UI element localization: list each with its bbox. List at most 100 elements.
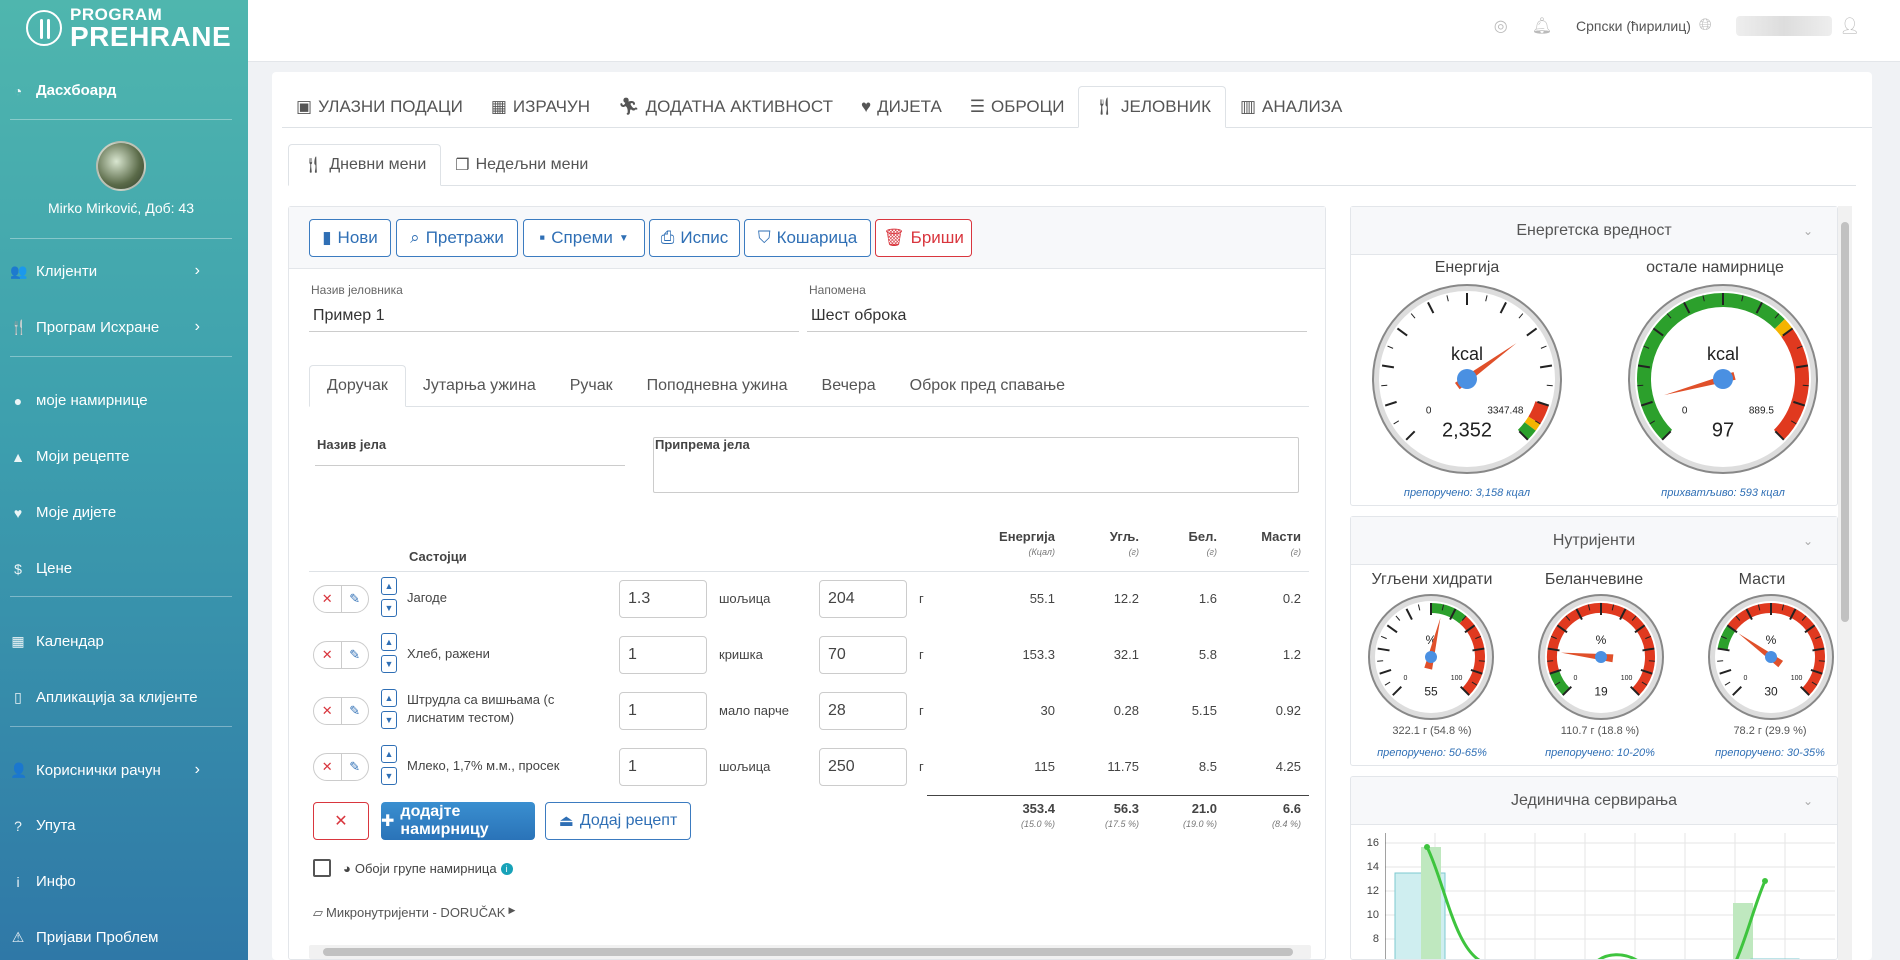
tab-bedtime-meal[interactable]: Оброк пред спавање [893, 365, 1082, 406]
utensils-icon: 🍴︎ [1093, 97, 1116, 116]
sidebar-item-program[interactable]: 🍴 Програм Исхране [10, 319, 159, 336]
search-button[interactable]: ⌕ Претражи [396, 219, 518, 257]
quantity-input[interactable]: 1 [619, 748, 707, 786]
remove-icon[interactable]: ✕ [314, 642, 342, 668]
add-recipe-button[interactable]: ⏏ Додај рецепт [545, 802, 691, 840]
micronutrients-toggle[interactable]: ▱ Микронутријенти - DORUČAK ▶ [313, 905, 515, 921]
globe-icon: 🌐︎ [1698, 17, 1712, 34]
chevron-up-icon[interactable]: ▲ [381, 577, 397, 595]
chevron-up-icon[interactable]: ▲ [381, 689, 397, 707]
dollar-icon: $ [14, 560, 22, 577]
sidebar-item-account[interactable]: 👤 Кориснички рачун [10, 762, 161, 779]
language-selector[interactable]: Српски (ћирилиц) 🌐︎ [1576, 17, 1712, 35]
remove-icon[interactable]: ✕ [314, 698, 342, 724]
scrollbar-thumb[interactable] [323, 948, 1293, 956]
chevron-up-icon[interactable]: ▲ [381, 633, 397, 651]
tab-weekly-menu[interactable]: ❐ Недељни мени [441, 144, 602, 185]
menu-name-input[interactable]: Пример 1 [309, 301, 799, 332]
ingredients-header: Састојци [409, 549, 467, 564]
add-food-button[interactable]: ✚ додајте намирницу [381, 802, 535, 840]
chevron-down-icon[interactable]: ▼ [381, 599, 397, 617]
search-icon: ⌕ [410, 228, 420, 247]
edit-icon[interactable]: ✎ [342, 698, 369, 724]
meal-tabs: Доручак Јутарња ужина Ручак Поподневна у… [309, 365, 1309, 407]
gauge-band [1528, 401, 1549, 424]
servings-panel: Јединична сервирања ⌄ 16 14 12 10 8 [1350, 776, 1838, 960]
edit-icon[interactable]: ✎ [342, 642, 369, 668]
horizontal-scrollbar[interactable] [309, 945, 1311, 959]
sidebar-item-foods[interactable]: ● моје намирнице [10, 392, 148, 409]
tab-meals[interactable]: ☰ ОБРОЦИ [956, 86, 1079, 127]
tab-dinner[interactable]: Вечера [805, 365, 893, 406]
print-button[interactable]: ⎙ Испис [649, 219, 740, 257]
avatar[interactable] [96, 141, 146, 191]
sidebar-item-clients[interactable]: 👥 Клијенти [10, 263, 97, 280]
quantity-input[interactable]: 1 [619, 692, 707, 730]
grams-input[interactable]: 28 [819, 692, 907, 730]
scrollbar-thumb[interactable] [1841, 222, 1849, 622]
remove-icon[interactable]: ✕ [314, 586, 342, 612]
sidebar-item-recipes[interactable]: ▲ Моји рецепте [10, 448, 129, 465]
energy-panel-header[interactable]: Енергетска вредност ⌄ [1351, 207, 1837, 255]
tab-morning-snack[interactable]: Јутарња ужина [406, 365, 553, 406]
tab-menu[interactable]: 🍴︎ ЈЕЛОВНИК [1078, 86, 1226, 128]
user-menu[interactable]: 👤︎ [1735, 16, 1860, 36]
instagram-icon[interactable]: ◎ [1494, 16, 1508, 36]
carbs-header: Угљ. (г) [1079, 529, 1139, 557]
cart-button[interactable]: ⛉ Кошарица [744, 219, 871, 257]
servings-panel-header[interactable]: Јединична сервирања ⌄ [1351, 777, 1837, 825]
button-label: Испис [680, 228, 729, 247]
grams-input[interactable]: 250 [819, 748, 907, 786]
logo[interactable]: PROGRAM PREHRANE [0, 0, 248, 56]
tab-calculation[interactable]: ▦ ИЗРАЧУН [477, 86, 604, 127]
tab-daily-menu[interactable]: 🍴︎ Дневни мени [288, 144, 442, 186]
gauge-detail: 78.2 г (29.9 %) [1733, 725, 1807, 737]
color-groups-checkbox[interactable] [313, 859, 331, 877]
sidebar-item-dashboard[interactable]: ◔ Дасхбоард [10, 82, 117, 99]
tab-activity[interactable]: 🏃︎ ДОДАТНА АКТИВНОСТ [604, 86, 847, 127]
sidebar-item-report[interactable]: ⚠ Пријави Проблем [10, 929, 159, 946]
tab-label: УЛАЗНИ ПОДАЦИ [318, 96, 463, 116]
chevron-down-icon[interactable]: ▼ [381, 655, 397, 673]
sidebar-item-client-app[interactable]: ▯ Апликација за клијенте [10, 689, 197, 706]
tab-input-data[interactable]: ▣ УЛАЗНИ ПОДАЦИ [282, 86, 477, 127]
sidebar-item-calendar[interactable]: ▦ Календар [10, 633, 104, 650]
clear-button[interactable]: ✕ [313, 802, 369, 840]
tab-diet[interactable]: ♥ ДИЈЕТА [847, 86, 956, 127]
info-icon[interactable]: i [500, 862, 513, 875]
gauge-value: 30 [1764, 684, 1778, 698]
tab-lunch[interactable]: Ручак [553, 365, 630, 406]
delete-button[interactable]: 🗑︎ Бриши [875, 219, 972, 257]
edit-icon[interactable]: ✎ [342, 754, 369, 780]
chevron-up-icon[interactable]: ▲ [381, 745, 397, 763]
grams-input[interactable]: 70 [819, 636, 907, 674]
tab-afternoon-snack[interactable]: Поподневна ужина [630, 365, 805, 406]
tab-label: АНАЛИЗА [1262, 96, 1343, 116]
edit-icon[interactable]: ✎ [342, 586, 369, 612]
sidebar-item-prices[interactable]: $ Цене [10, 560, 72, 577]
note-input[interactable]: Шест оброка [807, 301, 1307, 332]
chevron-down-icon[interactable]: ▼ [381, 767, 397, 785]
sidebar-item-label: Упута [36, 817, 76, 834]
remove-icon[interactable]: ✕ [314, 754, 342, 780]
bell-icon[interactable]: 🔔︎ [1532, 16, 1552, 36]
button-label: Спреми [551, 228, 613, 247]
save-button[interactable]: ▪ Спреми ▼ [523, 219, 645, 257]
header-label: Угљ. [1109, 529, 1139, 544]
sub-tabs: 🍴︎ Дневни мени ❐ Недељни мени [288, 144, 1856, 186]
quantity-input[interactable]: 1.3 [619, 580, 707, 618]
new-button[interactable]: ▮ Нови [309, 219, 391, 257]
grams-input[interactable]: 204 [819, 580, 907, 618]
tab-breakfast[interactable]: Доручак [309, 365, 406, 407]
nutrients-panel-header[interactable]: Нутријенти ⌄ [1351, 517, 1837, 565]
chevron-down-icon[interactable]: ▼ [381, 711, 397, 729]
vertical-scrollbar[interactable] [1838, 206, 1852, 960]
serving-point [1762, 878, 1768, 884]
sidebar-item-info[interactable]: i Инфо [10, 873, 75, 890]
quantity-input[interactable]: 1 [619, 636, 707, 674]
sidebar-item-diets[interactable]: ♥ Моје дијете [10, 504, 116, 521]
tab-analysis[interactable]: ▥ АНАЛИЗА [1226, 86, 1356, 127]
menu-name-label: Назив јеловника [311, 283, 403, 297]
sidebar-item-help[interactable]: ? Упута [10, 817, 76, 834]
dish-name-input[interactable] [315, 465, 625, 466]
